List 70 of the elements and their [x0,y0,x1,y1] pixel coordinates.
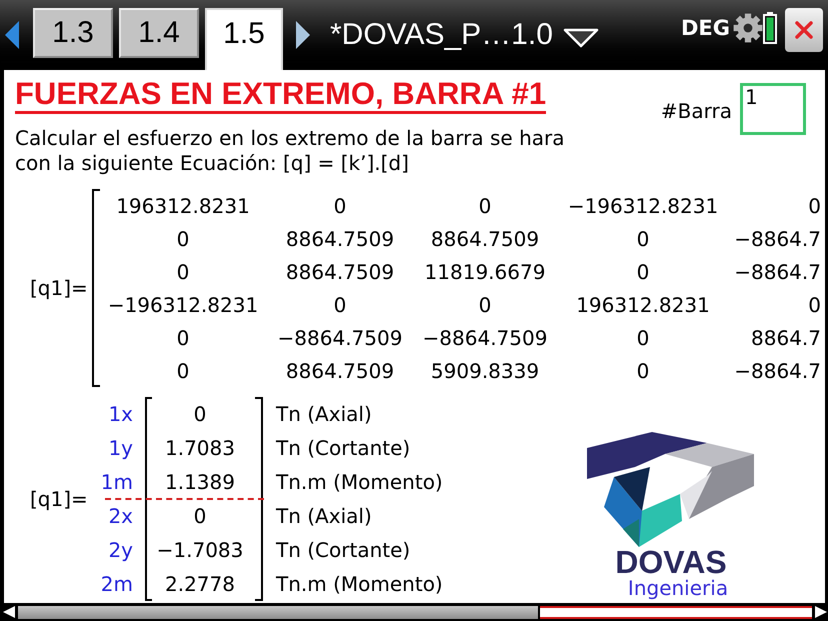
matrix-cell-text: 0 [176,258,190,286]
unit-label: Tn.m (Momento) [275,469,443,496]
left-arrow-icon[interactable] [5,21,19,49]
dof-label: 1x [107,401,134,428]
dof-label: 2x [107,503,134,530]
page-tab[interactable]: 1.4 [119,8,199,58]
unit-label: Tn (Cortante) [275,537,412,564]
matrix-cell-text: 8864.7509 [284,226,396,252]
dof-label: 1m [100,469,134,496]
matrix-cell-text: −196312.8231 [566,192,720,220]
vector-value: 0 [192,401,208,428]
document-title[interactable]: *DOVAS_P…1.0 [330,20,553,50]
bar-input-field[interactable]: 1 [740,83,806,135]
unit-label: Tn.m (Momento) [275,571,443,598]
dof-label: 2m [100,571,134,598]
right-arrow-icon[interactable] [296,21,310,49]
matrix-cell-text: 0 [636,226,650,252]
angle-mode-label: DEG [680,18,730,39]
matrix-cell-text: −8864.7 [733,358,822,384]
matrix-cell-text: 0 [478,292,492,318]
matrix-cell-text: 8864.7509 [284,258,396,286]
close-button[interactable] [785,8,823,52]
vector-value: 2.2778 [164,571,236,598]
matrix-cell-text: 0 [636,324,650,352]
unit-label: Tn (Axial) [275,503,373,530]
settings-icon[interactable] [733,13,763,43]
matrix-cell-text: −196312.8231 [106,292,260,318]
logo-subtitle: Ingenieria [628,577,728,599]
matrix-cell-text: 8864.7509 [284,358,396,384]
matrix-cell-text: 0 [176,226,190,252]
description-text: Calcular el esfuerzo en los extremo de la barra se hara con la siguiente Ecuación: [q] = [k’].[d] [15,126,565,176]
scrollbar-thumb[interactable] [18,606,538,618]
dof-label: 2y [107,537,134,564]
vector-value: 0 [192,503,208,530]
matrix-cell-text: −8864.7509 [422,324,548,352]
matrix-cell-text: 0 [176,358,190,384]
bar-field-label: #Barra [660,98,732,125]
matrix-cell-text: 0 [636,258,650,286]
matrix-cell-text: 0 [332,192,348,220]
matrix-cell-text: 8864.7509 [430,226,540,252]
battery-icon [763,12,777,44]
vector-value: 1.1389 [164,469,236,496]
unit-label: Tn (Axial) [275,401,373,428]
matrix-cell-text: 196312.8231 [115,192,251,220]
logo-name: DOVAS [615,547,727,577]
matrix-cell-text: −8864.7 [733,258,822,286]
matrix-cell-text: 0 [176,324,190,352]
matrix-cell-text: 196312.8231 [575,292,711,318]
page-title: FUERZAS EN EXTREMO, BARRA #1 [15,78,546,114]
matrix-cell-text: −8864.7 [733,226,822,252]
matrix-label: [q1]= [30,275,89,302]
matrix-cell-text: 5909.8339 [430,358,540,384]
unit-label: Tn (Cortante) [275,435,412,462]
matrix-cell-text: 8864.7 [750,324,822,352]
matrix-cell-text: 0 [636,358,650,384]
matrix-cell-text: 0 [332,292,348,318]
page-tab[interactable]: 1.3 [33,8,113,58]
scroll-left-icon[interactable] [3,606,15,618]
vector-value: 1.7083 [164,435,236,462]
page-tab[interactable]: 1.5 [205,8,283,70]
matrix-cell-text: 0 [807,192,822,220]
matrix-cell-text: 11819.6679 [424,258,546,286]
scroll-right-icon[interactable] [815,606,827,618]
matrix-cell-text: 0 [478,192,492,220]
matrix-cell-text: −8864.7509 [276,324,404,352]
dof-label: 1y [107,435,134,462]
vector-label: [q1]= [30,486,89,513]
vector-value: −1.7083 [156,537,244,564]
matrix-cell-text: 0 [807,292,822,318]
dropdown-triangle-icon[interactable] [562,28,599,48]
